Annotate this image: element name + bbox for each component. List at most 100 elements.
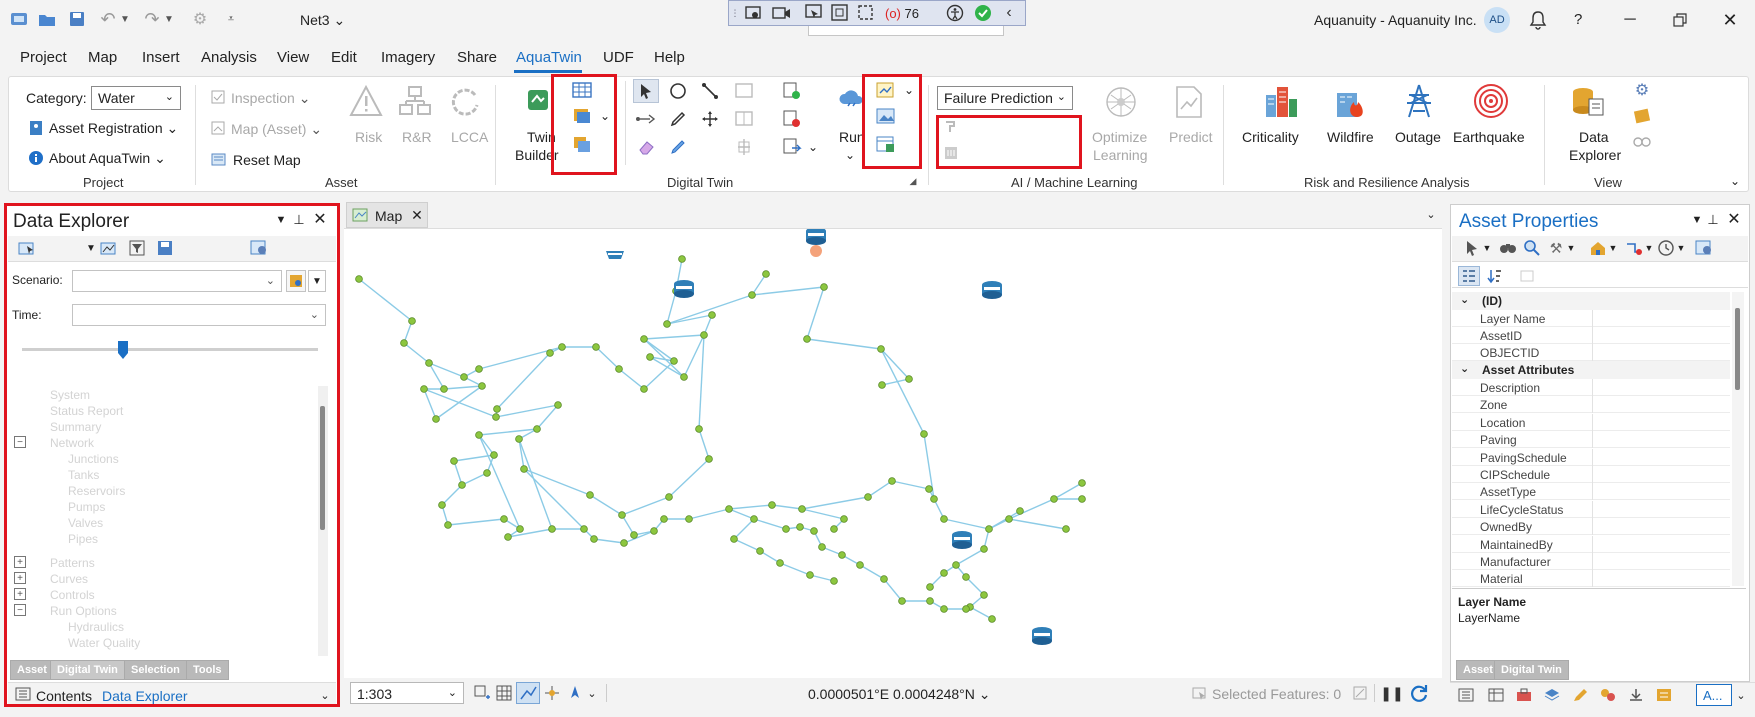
junction-node[interactable] bbox=[1062, 525, 1070, 533]
add-grid-icon[interactable] bbox=[472, 683, 492, 703]
wildfire-button[interactable]: Wildfire bbox=[1327, 129, 1374, 145]
tank-icon[interactable] bbox=[806, 227, 826, 245]
junction-node[interactable] bbox=[618, 511, 626, 519]
junction-node[interactable] bbox=[533, 425, 541, 433]
pipe-segment[interactable] bbox=[753, 518, 787, 530]
junction-node[interactable] bbox=[460, 373, 468, 381]
junction-node[interactable] bbox=[548, 525, 556, 533]
pipe-segment[interactable] bbox=[623, 530, 655, 544]
pipe-segment[interactable] bbox=[621, 496, 670, 516]
junction-node[interactable] bbox=[730, 535, 738, 543]
pipe-segment[interactable] bbox=[751, 286, 825, 296]
move-vertex-icon[interactable] bbox=[697, 107, 723, 131]
pipe-segment[interactable] bbox=[518, 438, 553, 530]
pipe-segment[interactable] bbox=[779, 562, 811, 576]
junction-node[interactable] bbox=[475, 431, 483, 439]
prop-asset-id[interactable]: AssetID bbox=[1452, 327, 1730, 344]
lcca-button[interactable]: LCCA bbox=[451, 129, 488, 145]
tab-asset-properties-short[interactable]: A... bbox=[1696, 684, 1732, 706]
menu-analysis[interactable]: Analysis bbox=[201, 49, 257, 66]
junction-node[interactable] bbox=[640, 335, 648, 343]
toolbox-icon[interactable] bbox=[1514, 686, 1534, 704]
pump-icon[interactable] bbox=[810, 245, 822, 257]
settings-icon[interactable] bbox=[1694, 238, 1714, 258]
junction-node[interactable] bbox=[768, 501, 776, 509]
junction-node[interactable] bbox=[1078, 495, 1086, 503]
menu-imagery[interactable]: Imagery bbox=[381, 49, 435, 66]
chevron-down-icon[interactable]: ▼ bbox=[1566, 240, 1576, 256]
predict-icon[interactable] bbox=[1171, 83, 1207, 121]
pipe-segment[interactable] bbox=[523, 468, 591, 496]
close-icon[interactable]: ✕ bbox=[1726, 210, 1742, 228]
prop-row[interactable]: LifeCycleStatus bbox=[1452, 500, 1730, 518]
attributes-icon[interactable] bbox=[1654, 686, 1674, 704]
section-id[interactable]: ⌄ (ID) bbox=[1452, 292, 1730, 310]
junction-node[interactable] bbox=[705, 455, 713, 463]
junction-node[interactable] bbox=[680, 373, 688, 381]
eraser-icon[interactable] bbox=[633, 135, 659, 159]
prop-row[interactable]: PavingSchedule bbox=[1452, 448, 1730, 466]
table-disabled-icon[interactable] bbox=[731, 79, 757, 103]
undo-icon[interactable]: ↶ bbox=[98, 9, 118, 29]
junction-node[interactable] bbox=[1016, 507, 1024, 515]
junction-node[interactable] bbox=[500, 515, 508, 523]
junction-node[interactable] bbox=[678, 255, 686, 263]
open-project-icon[interactable] bbox=[36, 9, 58, 29]
pipe-segment[interactable] bbox=[1008, 498, 1055, 520]
pipe-segment[interactable] bbox=[688, 508, 730, 520]
catalog-icon[interactable] bbox=[1456, 686, 1476, 704]
junction-node[interactable] bbox=[1078, 479, 1086, 487]
category-select[interactable]: Water ⌄ bbox=[91, 86, 181, 110]
floating-toolbar-search[interactable] bbox=[808, 26, 1004, 36]
pipe-segment[interactable] bbox=[943, 518, 990, 530]
pipe-segment[interactable] bbox=[891, 480, 930, 490]
grid-icon[interactable] bbox=[494, 683, 514, 703]
paint-tool-icon[interactable] bbox=[665, 135, 691, 159]
optimize-label-2[interactable]: Learning bbox=[1093, 147, 1148, 163]
reset-map-button[interactable]: Reset Map bbox=[233, 152, 301, 168]
minimize-icon[interactable]: ─ bbox=[1616, 8, 1644, 32]
junction-node[interactable] bbox=[615, 365, 623, 373]
menu-udf[interactable]: UDF bbox=[603, 49, 634, 66]
tools-icon[interactable]: ⚒ bbox=[1546, 238, 1566, 258]
layers-icon[interactable] bbox=[1542, 686, 1562, 704]
junction-node[interactable] bbox=[838, 551, 846, 559]
pipe-segment[interactable] bbox=[668, 458, 710, 498]
pipe-segment[interactable] bbox=[801, 508, 845, 520]
junction-node[interactable] bbox=[450, 457, 458, 465]
pipe-segment[interactable] bbox=[643, 334, 705, 340]
asset-registration-button[interactable]: Asset Registration ⌄ bbox=[49, 120, 178, 137]
chevron-down-icon[interactable]: ▼ bbox=[1482, 240, 1492, 256]
prop-row[interactable]: Location bbox=[1452, 413, 1730, 431]
rr-icon[interactable] bbox=[397, 83, 433, 119]
risk-button[interactable]: Risk bbox=[355, 129, 382, 145]
junction-node[interactable] bbox=[818, 543, 826, 551]
pause-icon[interactable]: ❚❚ bbox=[1380, 683, 1403, 703]
transfer-feature-icon[interactable] bbox=[779, 135, 805, 159]
pipe-segment[interactable] bbox=[733, 518, 755, 540]
junction-node[interactable] bbox=[926, 597, 934, 605]
coordinates-readout[interactable]: 0.0000501°E 0.0004248°N ⌄ bbox=[808, 686, 991, 703]
junction-node[interactable] bbox=[708, 311, 716, 319]
prop-row[interactable]: Paving bbox=[1452, 431, 1730, 449]
remove-feature-icon[interactable] bbox=[779, 107, 805, 131]
link-icon[interactable] bbox=[1631, 131, 1653, 153]
prop-row[interactable]: AssetType bbox=[1452, 483, 1730, 501]
menu-project[interactable]: Project bbox=[20, 49, 67, 66]
chevron-down-icon[interactable]: ▼ bbox=[1644, 240, 1654, 256]
map-canvas[interactable] bbox=[344, 227, 1442, 678]
region-capture-icon[interactable] bbox=[855, 3, 877, 23]
redo-icon[interactable]: ↷ bbox=[142, 9, 162, 29]
junction-node[interactable] bbox=[920, 430, 928, 438]
junction-node[interactable] bbox=[980, 591, 988, 599]
junction-node[interactable] bbox=[820, 283, 828, 291]
menu-map[interactable]: Map bbox=[88, 49, 117, 66]
tab-map[interactable]: Map ✕ bbox=[346, 202, 428, 228]
pipe-segment[interactable] bbox=[441, 484, 463, 506]
pipe-segment[interactable] bbox=[698, 334, 705, 430]
pipe-segment[interactable] bbox=[523, 468, 585, 530]
dialog-launcher-icon[interactable]: ◢ bbox=[907, 175, 919, 187]
clock-icon[interactable] bbox=[1656, 238, 1676, 258]
chevron-down-icon[interactable]: ▼ bbox=[1608, 240, 1618, 256]
pipe-segment[interactable] bbox=[428, 362, 445, 390]
